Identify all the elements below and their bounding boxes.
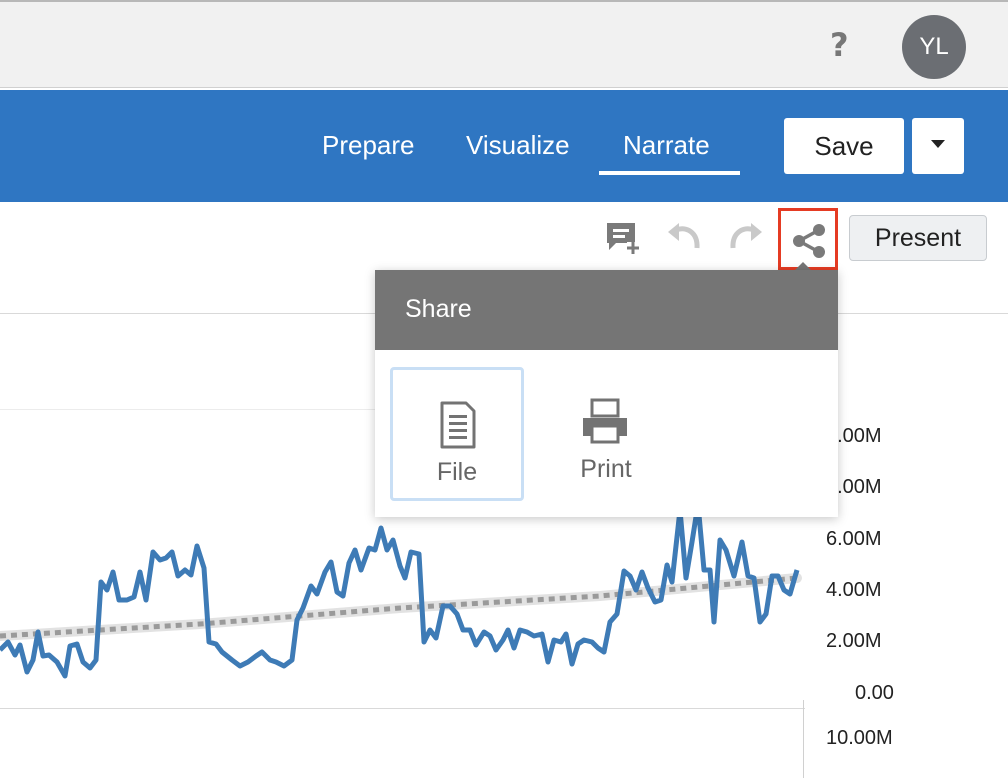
save-dropdown-button[interactable] <box>912 118 964 174</box>
redo-icon[interactable] <box>728 222 764 256</box>
share-file-option[interactable]: File <box>390 367 524 501</box>
help-icon[interactable]: ? <box>830 26 849 64</box>
add-comment-icon[interactable] <box>604 220 640 256</box>
share-button[interactable] <box>778 208 838 270</box>
share-print-label: Print <box>580 455 632 483</box>
share-print-option[interactable]: Print <box>539 367 673 501</box>
undo-icon[interactable] <box>666 222 702 256</box>
active-tab-indicator <box>599 171 740 175</box>
save-button[interactable]: Save <box>784 118 904 174</box>
printer-icon <box>583 398 627 444</box>
share-icon <box>793 224 825 258</box>
lower-chart-tick-label: 10.00M <box>826 727 893 749</box>
chart-baseline <box>0 708 805 709</box>
tab-narrate[interactable]: Narrate <box>623 130 710 161</box>
y-tick-label: 4.00M <box>826 579 882 601</box>
axis-divider <box>803 700 804 778</box>
document-icon <box>440 401 476 449</box>
user-avatar[interactable]: YL <box>902 15 966 79</box>
tab-visualize[interactable]: Visualize <box>466 130 570 161</box>
y-tick-label: 6.00M <box>826 528 882 550</box>
caret-down-icon <box>931 140 945 148</box>
y-tick-label: 2.00M <box>826 630 882 652</box>
share-file-label: File <box>436 458 478 486</box>
share-popup-title: Share <box>375 270 838 350</box>
share-popup: Share File Print <box>375 270 838 517</box>
present-button[interactable]: Present <box>849 215 987 261</box>
top-bar: ? YL <box>0 0 1008 88</box>
tab-prepare[interactable]: Prepare <box>322 130 415 161</box>
y-tick-label: 0.00 <box>855 682 894 704</box>
